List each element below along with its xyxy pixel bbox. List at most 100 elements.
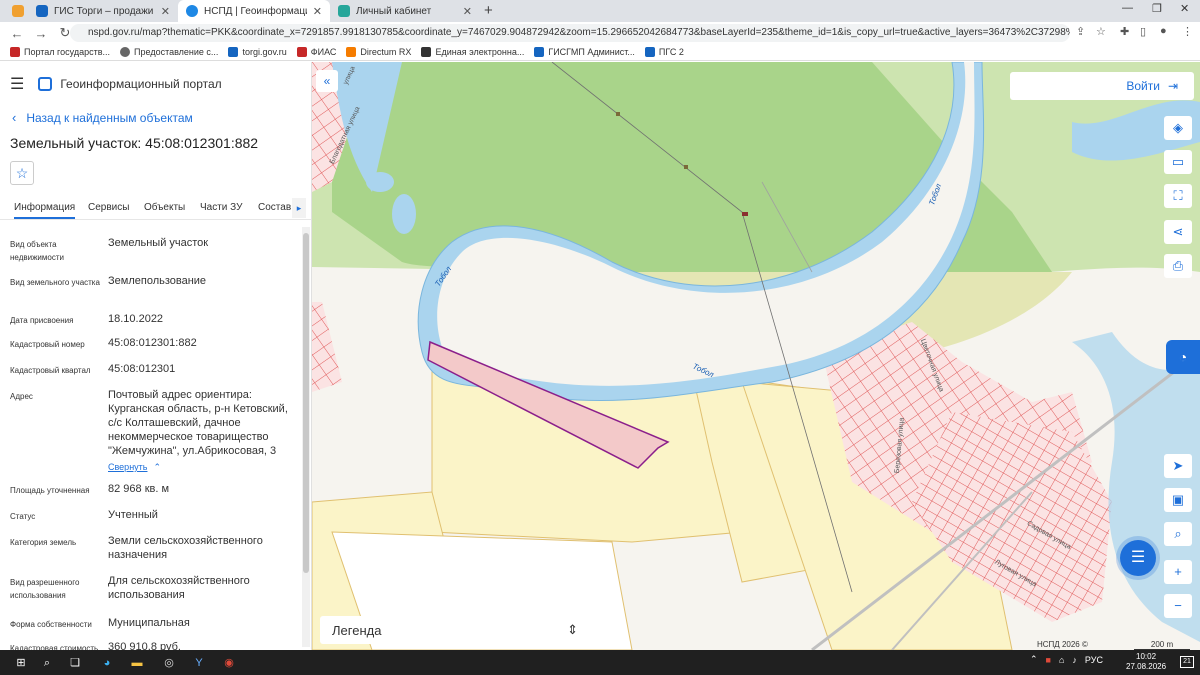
url-input[interactable]: nspd.gov.ru/map?thematic=PKK&coordinate_…: [70, 24, 1070, 42]
bookmark-item[interactable]: Портал государств...: [10, 47, 110, 57]
collapse-link[interactable]: Свернуть: [108, 462, 147, 472]
browser-tab-bar: ГИС Торги – продажи государс✕ НСПД | Гео…: [0, 0, 1200, 22]
forward-arrow-icon[interactable]: →: [34, 26, 48, 41]
print-button[interactable]: ⎙: [1164, 254, 1192, 278]
bookmark-star-icon[interactable]: ☆: [1096, 25, 1106, 38]
login-icon: ⇥: [1167, 79, 1178, 93]
navigation-arrow-icon: ➤: [1172, 458, 1184, 473]
bookmark-item[interactable]: torgi.gov.ru: [228, 47, 287, 57]
back-arrow-icon[interactable]: ←: [10, 26, 24, 41]
search-icon[interactable]: ⌕: [38, 654, 56, 672]
page-title: Земельный участок: 45:08:012301:882: [10, 135, 259, 151]
system-tray: ⌃ ■ ⌂ ♪ РУС: [1030, 654, 1111, 665]
new-tab-button[interactable]: +: [484, 2, 493, 19]
share-icon: ⋖: [1172, 224, 1184, 239]
scrollbar-thumb[interactable]: [303, 233, 309, 573]
emblem-icon: [36, 5, 48, 17]
profile-icon[interactable]: ●: [1160, 25, 1167, 37]
tab-services[interactable]: Сервисы: [88, 202, 129, 213]
tab-gis-torgi[interactable]: ГИС Торги – продажи государс✕: [28, 0, 178, 22]
login-button[interactable]: Войти ⇥: [1010, 72, 1194, 100]
chat-button[interactable]: ☰: [1120, 540, 1156, 576]
chrome-icon[interactable]: ◉: [220, 654, 238, 672]
language-indicator[interactable]: РУС: [1085, 655, 1103, 665]
basemap-button[interactable]: ▣: [1164, 488, 1192, 512]
favorite-star-button[interactable]: ☆: [10, 161, 34, 185]
task-view-icon[interactable]: ❏: [66, 654, 84, 672]
maximize-button[interactable]: ❐: [1152, 2, 1162, 15]
address-bar: ← → ↻ nspd.gov.ru/map?thematic=PKK&coord…: [0, 22, 1200, 44]
bookmark-item[interactable]: Единая электронна...: [421, 47, 524, 57]
chevron-up-icon[interactable]: ⌃: [1030, 654, 1038, 665]
zoom-in-button[interactable]: +: [1164, 560, 1192, 584]
tabs-next-button[interactable]: ▸: [292, 198, 306, 218]
ruler-icon: ▭: [1171, 154, 1185, 169]
search-location-icon: ⌕: [1174, 526, 1182, 541]
chevron-left-icon: ‹: [12, 110, 17, 125]
minimize-button[interactable]: —: [1122, 2, 1133, 14]
layers-icon: ◈: [1173, 120, 1183, 135]
tab-parts[interactable]: Части ЗУ: [200, 202, 242, 213]
notifications-badge[interactable]: 21: [1180, 656, 1194, 668]
app-icon[interactable]: ◎: [160, 654, 178, 672]
edge-icon[interactable]: ◕: [98, 654, 116, 672]
portal-header: ☰ Геоинформационный портал: [10, 74, 222, 94]
map-canvas: [312, 62, 1200, 650]
tab-nspd[interactable]: НСПД | Геоинформационный п✕: [178, 0, 330, 22]
volume-icon[interactable]: ♪: [1072, 655, 1077, 665]
windows-start-icon[interactable]: ⊞: [12, 654, 30, 672]
legend-button[interactable]: Легенда ⇕: [320, 616, 590, 644]
printer-icon: ⎙: [1172, 258, 1184, 273]
measure-button[interactable]: ▭: [1164, 150, 1192, 174]
tab-information[interactable]: Информация: [14, 202, 76, 219]
chat-bubble-icon: ◔: [1178, 349, 1188, 365]
search-map-button[interactable]: ⌕: [1164, 522, 1192, 546]
basemap-icon: ▣: [1171, 492, 1185, 507]
portal-logo-icon: [38, 77, 53, 91]
extensions-icon[interactable]: ✚: [1120, 25, 1129, 38]
select-area-button[interactable]: ⛶: [1164, 184, 1192, 208]
locate-button[interactable]: ➤: [1164, 454, 1192, 478]
panel-scrollbar[interactable]: [302, 227, 310, 647]
cabinet-icon: [338, 5, 350, 17]
map-view[interactable]: Тобол Тобол Тобол Благодатная улица улиц…: [312, 62, 1200, 650]
bookmark-item[interactable]: Directum RX: [346, 47, 411, 57]
tray-app-icon[interactable]: ■: [1046, 655, 1051, 665]
yandex-icon[interactable]: Y: [190, 654, 208, 672]
clock[interactable]: 10:02 27.08.2026: [1126, 652, 1166, 672]
tab-pinned[interactable]: [4, 0, 26, 22]
back-to-results-link[interactable]: ‹ Назад к найденным объектам: [12, 110, 193, 125]
explorer-icon[interactable]: ▬: [128, 654, 146, 672]
panel-tabs: Информация Сервисы Объекты Части ЗУ Сост…: [0, 198, 311, 220]
tab-composition[interactable]: Состав: [258, 202, 291, 213]
close-window-button[interactable]: ✕: [1180, 2, 1189, 15]
tab-cabinet[interactable]: Личный кабинет ✕: [330, 0, 480, 22]
close-icon[interactable]: ✕: [463, 5, 472, 18]
bookmark-item[interactable]: ФИАС: [296, 47, 336, 57]
close-icon[interactable]: ✕: [161, 5, 170, 18]
select-icon: ⛶: [1173, 188, 1183, 203]
assistant-tab[interactable]: ◔: [1166, 340, 1200, 374]
close-icon[interactable]: ✕: [313, 5, 322, 18]
double-chevron-left-icon: «: [323, 74, 331, 88]
network-icon[interactable]: ⌂: [1059, 655, 1064, 665]
tab-objects[interactable]: Объекты: [144, 202, 185, 213]
menu-dots-icon[interactable]: ⋮: [1182, 25, 1193, 38]
bookmark-item[interactable]: ГИСГМП Админист...: [534, 47, 635, 57]
info-panel: ☰ Геоинформационный портал ‹ Назад к найд…: [0, 62, 312, 650]
sidebar-icon[interactable]: ▯: [1140, 25, 1146, 38]
portal-name: Геоинформационный портал: [60, 77, 222, 91]
app-icon: [12, 5, 24, 17]
share-icon[interactable]: ⇪: [1076, 25, 1085, 38]
collapse-panel-button[interactable]: «: [316, 70, 338, 92]
menu-icon[interactable]: ☰: [10, 74, 24, 94]
share-button[interactable]: ⋖: [1164, 220, 1192, 244]
taskbar: ⊞ ⌕ ❏ ◕ ▬ ◎ Y ◉ ⌃ ■ ⌂ ♪ РУС 10:02 27.08.2…: [0, 650, 1200, 675]
bookmark-item[interactable]: ПГС 2: [644, 47, 684, 57]
minus-icon: −: [1174, 598, 1182, 613]
zoom-out-button[interactable]: −: [1164, 594, 1192, 618]
chevron-up-icon: ⌃: [153, 462, 162, 472]
globe-icon: [186, 5, 198, 17]
layers-button[interactable]: ◈: [1164, 116, 1192, 140]
bookmark-item[interactable]: Предоставление с...: [120, 47, 218, 57]
